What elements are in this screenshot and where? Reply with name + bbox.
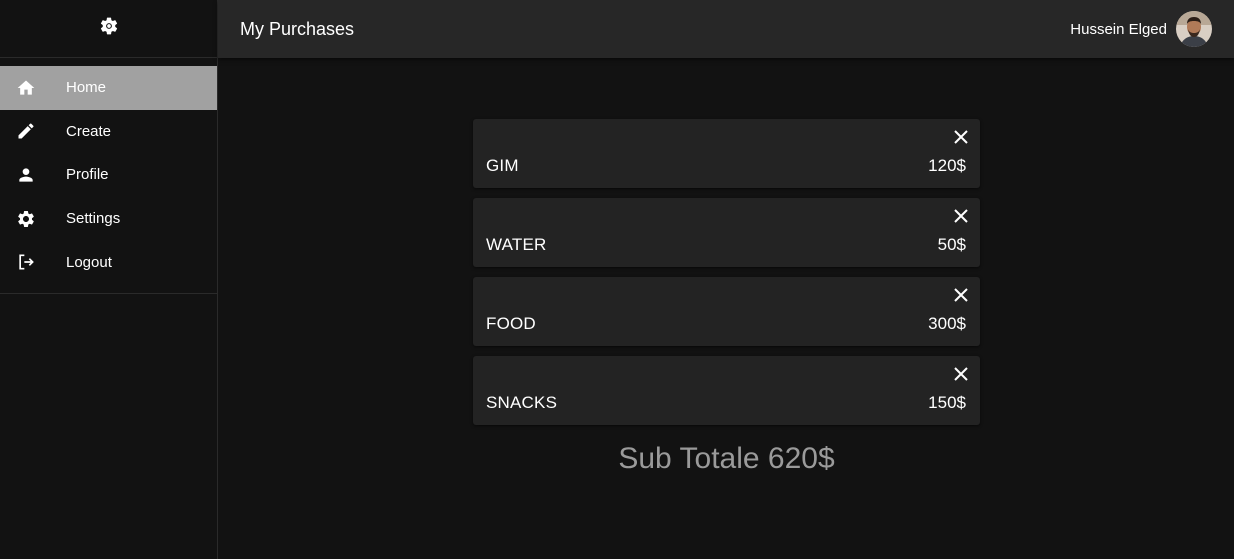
sidebar-item-label: Profile: [66, 166, 109, 184]
sidebar-item-label: Create: [66, 122, 112, 140]
home-icon: [0, 78, 66, 98]
purchase-price: 120$: [928, 156, 966, 175]
close-icon[interactable]: [952, 128, 970, 146]
close-icon[interactable]: [952, 365, 970, 383]
sidebar-item-label: Settings: [66, 210, 121, 228]
sidebar-item-create[interactable]: Create: [0, 110, 217, 154]
logout-icon: [0, 252, 66, 272]
gear-icon: [0, 209, 66, 229]
page-title: My Purchases: [240, 18, 355, 39]
user-name: Hussein Elged: [1070, 20, 1167, 38]
close-icon[interactable]: [952, 207, 970, 225]
sidebar-item-label: Logout: [66, 253, 112, 271]
purchase-price: 50$: [937, 235, 966, 254]
purchase-card: SNACKS 150$: [473, 356, 980, 425]
person-icon: [0, 165, 66, 185]
subtotal-text: Sub Totale 620$: [618, 442, 835, 475]
sidebar-item-settings[interactable]: Settings: [0, 197, 217, 241]
sidebar-item-logout[interactable]: Logout: [0, 240, 217, 284]
sidebar: Home Create Profile Settings Logout: [0, 0, 218, 559]
sidebar-header: [0, 0, 217, 58]
purchase-card: WATER 50$: [473, 198, 980, 267]
sidebar-nav: Home Create Profile Settings Logout: [0, 58, 217, 294]
purchase-card: GIM 120$: [473, 119, 980, 188]
purchase-card: FOOD 300$: [473, 277, 980, 346]
gear-logo-icon[interactable]: [99, 16, 119, 41]
sidebar-item-profile[interactable]: Profile: [0, 153, 217, 197]
purchase-price: 150$: [928, 393, 966, 412]
purchase-price: 300$: [928, 314, 966, 333]
avatar[interactable]: [1176, 11, 1212, 47]
pencil-icon: [0, 121, 66, 141]
purchase-name: SNACKS: [486, 393, 558, 412]
sidebar-item-home[interactable]: Home: [0, 66, 217, 110]
purchase-name: WATER: [486, 235, 547, 254]
sidebar-item-label: Home: [66, 79, 107, 97]
close-icon[interactable]: [952, 286, 970, 304]
app-bar: My Purchases Hussein Elged: [218, 0, 1234, 58]
purchase-name: FOOD: [486, 314, 536, 333]
user-menu[interactable]: Hussein Elged: [1070, 11, 1212, 47]
purchase-list: GIM 120$ WATER 50$ FOOD 300$ SNACKS 150$: [473, 119, 980, 435]
purchase-name: GIM: [486, 156, 519, 175]
main-content: GIM 120$ WATER 50$ FOOD 300$ SNACKS 150$…: [218, 58, 1234, 559]
